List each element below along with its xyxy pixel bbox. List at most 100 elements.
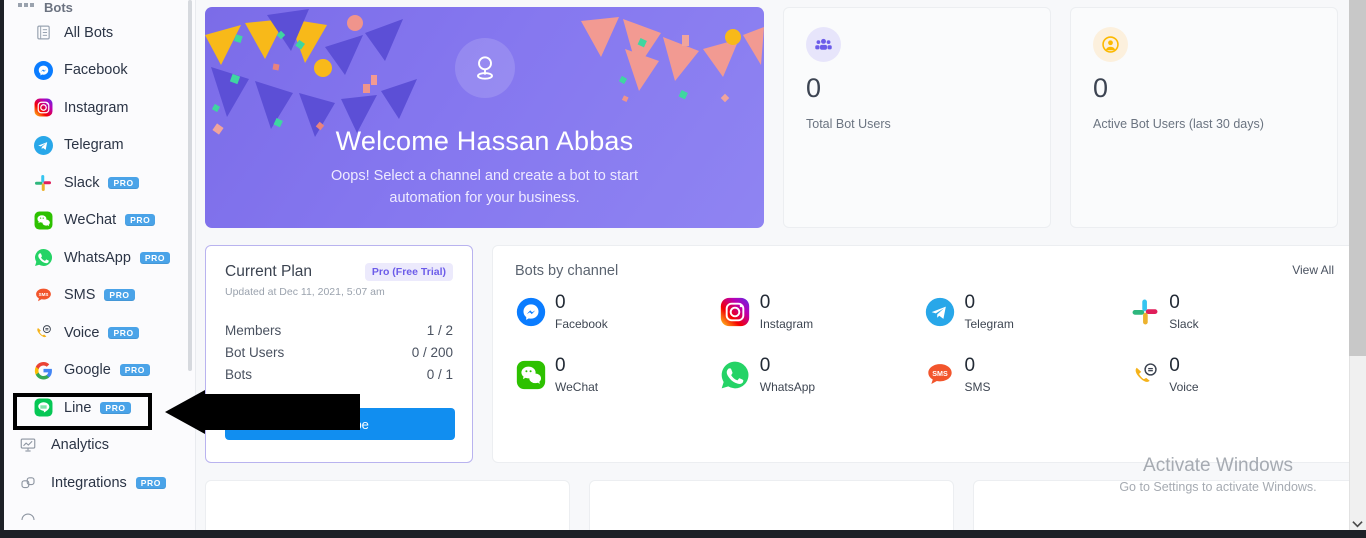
sidebar-item-label: Slack: [64, 174, 100, 191]
sidebar-item-label: All Bots: [64, 24, 114, 41]
telegram-icon: [925, 297, 956, 328]
sidebar-item-label: Instagram: [64, 99, 129, 116]
wechat-icon: [33, 210, 53, 230]
sidebar-item-wechat[interactable]: WeChat PRO: [0, 202, 195, 240]
sidebar-item-voice[interactable]: Voice PRO: [0, 314, 195, 352]
sidebar-item-sms[interactable]: SMS SMS PRO: [0, 277, 195, 315]
pro-badge: PRO: [104, 289, 135, 302]
stat-card-total-bot-users: 0 Total Bot Users: [783, 7, 1051, 228]
sidebar-group-title-row: Bots: [0, 0, 195, 14]
sidebar-item-label: Analytics: [51, 437, 110, 454]
sidebar-item-integrations[interactable]: Integrations PRO: [0, 464, 195, 502]
channel-name: SMS: [964, 380, 991, 394]
pro-badge: PRO: [108, 326, 139, 339]
grid-icon: [18, 3, 34, 7]
channel-count: 0: [555, 355, 566, 376]
channel-count: 0: [964, 355, 976, 376]
sidebar-group-bots: Bots: [0, 0, 195, 14]
pro-badge: PRO: [125, 214, 156, 227]
top-row: Welcome Hassan Abbas Oops! Select a chan…: [205, 7, 1357, 228]
channels-title: Bots by channel: [515, 263, 619, 279]
bots-by-channel-card: Bots by channel View All 0 Facebook 0 In…: [492, 245, 1357, 463]
sidebar-item-label: Google: [64, 362, 111, 379]
channel-item-slack[interactable]: 0 Slack: [1129, 293, 1334, 331]
channels-header: Bots by channel View All: [515, 263, 1334, 279]
pro-badge: PRO: [119, 364, 150, 377]
plan-row-bot-users: Bot Users 0 / 200: [225, 341, 453, 363]
sidebar-item-telegram[interactable]: Telegram: [0, 127, 195, 165]
sidebar-scrollbar[interactable]: [188, 0, 192, 371]
sidebar-item-instagram[interactable]: Instagram: [0, 89, 195, 127]
sidebar-item-partial[interactable]: [0, 502, 195, 520]
stat-value: 0: [1093, 73, 1109, 103]
sidebar-item-label: Line: [64, 399, 92, 416]
sms-icon: SMS: [33, 285, 53, 305]
sidebar-item-label: WhatsApp: [64, 249, 131, 266]
current-plan-card: Current Plan Pro (Free Trial) Updated at…: [205, 245, 473, 463]
plan-row-label: Bots: [225, 366, 253, 382]
window-left-edge: [0, 0, 4, 538]
page-scrollbar[interactable]: [1349, 0, 1366, 538]
pro-badge: PRO: [100, 401, 131, 414]
plan-updated-at: Updated at Dec 11, 2021, 5:07 am: [225, 286, 385, 298]
channel-name: WhatsApp: [759, 380, 816, 394]
dashboard-page: Bots All Bots Facebook Instagram Telegra…: [0, 0, 1366, 538]
sidebar-scroll-area: Bots All Bots Facebook Instagram Telegra…: [0, 0, 195, 538]
user-pin-icon: [476, 56, 493, 80]
sidebar-item-label: Voice: [64, 324, 100, 341]
wechat-icon: [515, 360, 546, 391]
status-badge: Pro (Free Trial): [364, 263, 453, 281]
telegram-icon: [33, 135, 53, 155]
channel-item-sms[interactable]: SMS 0 SMS: [925, 356, 1130, 394]
subscribe-button[interactable]: Subscribe: [225, 408, 455, 440]
sidebar-item-analytics[interactable]: Analytics: [0, 427, 195, 465]
channel-item-instagram[interactable]: 0 Instagram: [720, 293, 925, 331]
plan-header: Current Plan Pro (Free Trial): [225, 263, 453, 281]
sidebar-item-all-bots[interactable]: All Bots: [0, 14, 195, 52]
channel-item-telegram[interactable]: 0 Telegram: [925, 293, 1130, 331]
plan-row-label: Bot Users: [225, 344, 285, 360]
channel-item-voice[interactable]: 0 Voice: [1129, 356, 1334, 394]
messenger-icon: [515, 297, 546, 328]
sidebar-item-label: Facebook: [64, 62, 128, 79]
instagram-icon: [33, 98, 53, 118]
channels-grid: 0 Facebook 0 Instagram 0 Telegram 0 Slac…: [515, 293, 1334, 394]
channel-name: Slack: [1169, 317, 1199, 331]
whatsapp-icon: [720, 360, 751, 391]
line-icon: [33, 398, 53, 418]
channel-item-facebook[interactable]: 0 Facebook: [515, 293, 720, 331]
sidebar-item-google[interactable]: Google PRO: [0, 352, 195, 390]
pro-badge: PRO: [135, 476, 167, 489]
window-bottom-edge: [0, 530, 1366, 538]
sidebar-item-facebook[interactable]: Facebook: [0, 52, 195, 90]
channel-name: Instagram: [759, 317, 814, 331]
plan-row-bots: Bots 0 / 1: [225, 363, 453, 385]
main-content: Welcome Hassan Abbas Oops! Select a chan…: [196, 0, 1366, 538]
sidebar-item-whatsapp[interactable]: WhatsApp PRO: [0, 239, 195, 277]
plan-row-members: Members 1 / 2: [225, 319, 453, 341]
channel-name: Voice: [1169, 380, 1199, 394]
banner-subtitle: Oops! Select a channel and create a bot …: [330, 168, 639, 206]
page-scrollbar-thumb[interactable]: [1349, 0, 1366, 356]
google-icon: [33, 360, 53, 380]
channel-count: 0: [759, 292, 771, 313]
plan-row-value: 0 / 1: [426, 366, 453, 382]
sidebar-item-slack[interactable]: Slack PRO: [0, 164, 195, 202]
sidebar: Bots All Bots Facebook Instagram Telegra…: [0, 0, 196, 538]
slack-icon: [33, 173, 53, 193]
view-all-link[interactable]: View All: [1292, 263, 1334, 277]
channel-count: 0: [1169, 292, 1180, 313]
voice-icon: [1129, 360, 1160, 391]
channel-count: 0: [964, 292, 976, 313]
circle-icon: [18, 510, 38, 520]
channel-count: 0: [555, 292, 566, 313]
sidebar-item-line[interactable]: Line PRO: [0, 389, 195, 427]
channel-item-whatsapp[interactable]: 0 WhatsApp: [720, 356, 925, 394]
channel-name: Telegram: [964, 317, 1014, 331]
sidebar-item-label: WeChat: [64, 212, 117, 229]
instagram-icon: [720, 297, 751, 328]
plan-row-value: 1 / 2: [426, 322, 453, 338]
channel-item-wechat[interactable]: 0 WeChat: [515, 356, 720, 394]
users-group-icon: [806, 27, 841, 62]
analytics-icon: [18, 435, 38, 455]
